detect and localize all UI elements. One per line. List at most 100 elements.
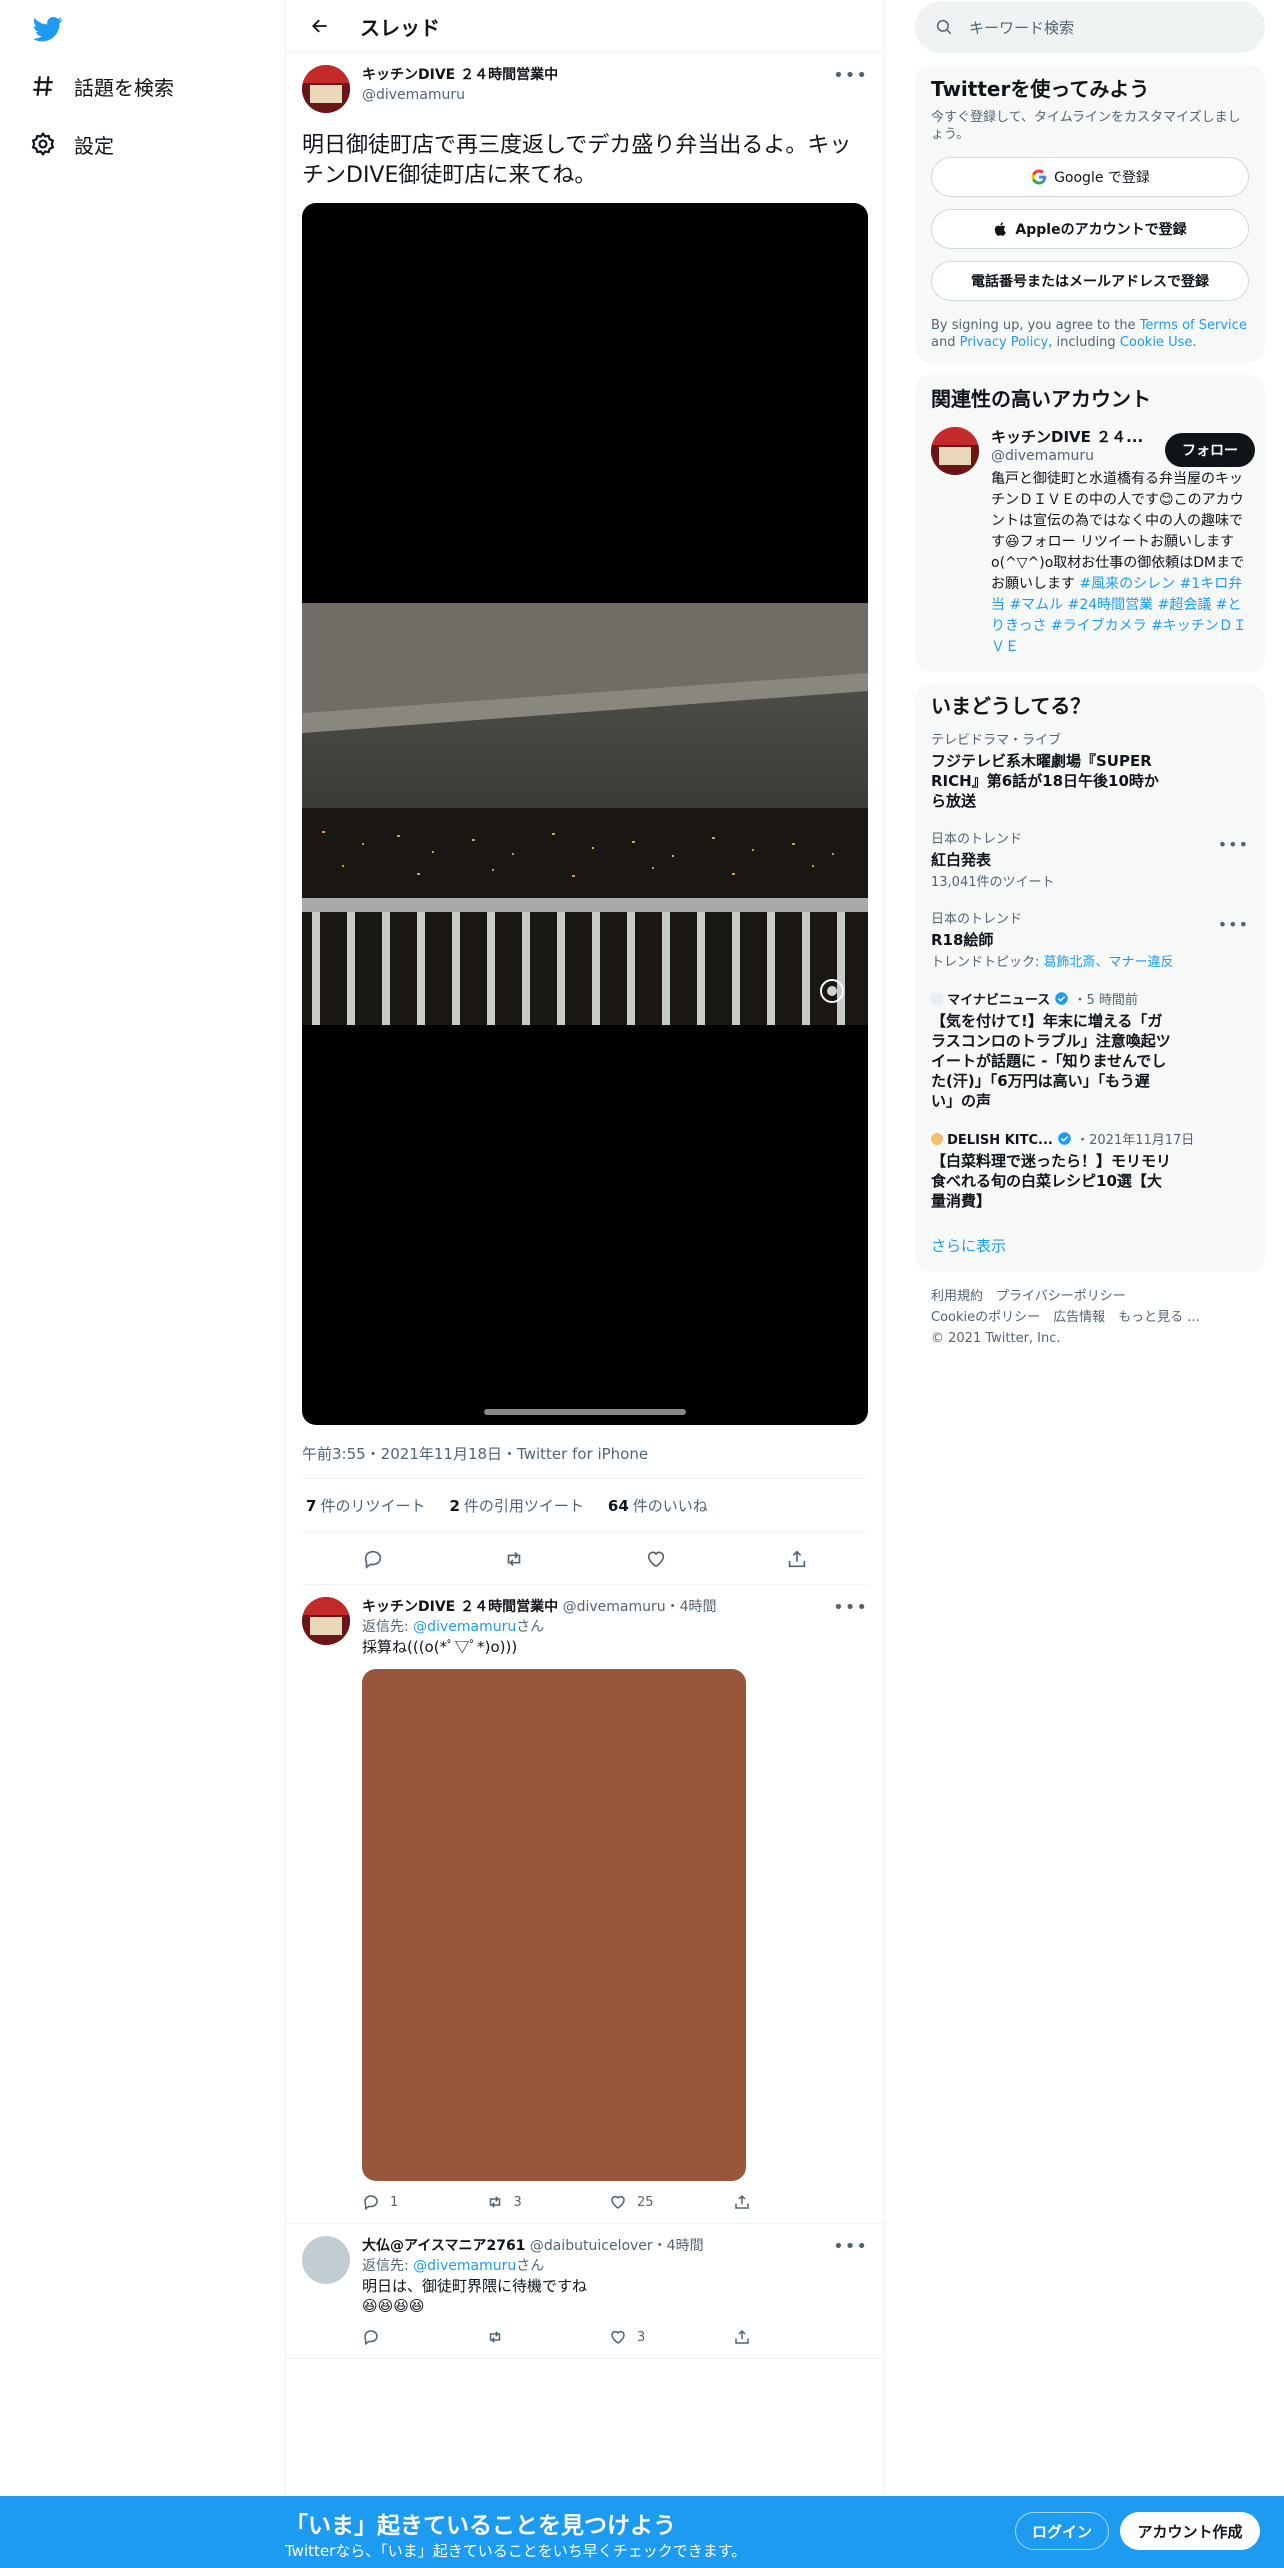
main-tweet: キッチンDIVE ２４時間営業中 @divemamuru ••• 明日御徒町店で… xyxy=(286,53,884,1585)
more-options-icon[interactable]: ••• xyxy=(833,1597,868,1618)
footer-links: 利用規約 プライバシーポリシー Cookieのポリシー 広告情報 もっと見る .… xyxy=(915,1272,1265,1363)
more-options-icon[interactable]: ••• xyxy=(833,2236,868,2257)
reply-actions: 3 xyxy=(362,2328,856,2346)
privacy-link[interactable]: Privacy Policy xyxy=(960,335,1049,350)
apple-signup-button[interactable]: Appleのアカウントで登録 xyxy=(931,209,1249,249)
trends-title: いまどうしてる？ xyxy=(931,694,1091,718)
back-button[interactable] xyxy=(302,8,338,44)
follow-button[interactable]: フォロー xyxy=(1165,433,1255,467)
phone-email-signup-button[interactable]: 電話番号またはメールアドレスで登録 xyxy=(931,261,1249,301)
nav-settings-label: 設定 xyxy=(74,133,114,158)
trend-item[interactable]: 日本のトレンド 紅白発表 13,041件のツイート ••• xyxy=(931,821,1249,901)
news-item[interactable]: マイナビニュース ・5 時間前 【気を付けて!】年末に増える「ガラスコンロのトラ… xyxy=(931,981,1249,1121)
copyright: © 2021 Twitter, Inc. xyxy=(931,1331,1061,1346)
reply-time[interactable]: ・4時間 xyxy=(653,2238,704,2254)
more-options-icon[interactable]: ••• xyxy=(833,65,868,86)
like-button[interactable]: 3 xyxy=(609,2328,733,2346)
thread-header: スレッド xyxy=(286,0,884,53)
retweet-button[interactable] xyxy=(486,2328,610,2346)
reply-actions: 1 3 25 xyxy=(362,2193,856,2211)
likes-stat[interactable]: 64 件のいいね xyxy=(608,1495,708,1516)
google-signup-label: Google で登録 xyxy=(1054,170,1150,186)
replying-to-link[interactable]: @divemamuru xyxy=(413,1619,516,1635)
share-button[interactable] xyxy=(733,2328,857,2346)
nav-settings[interactable]: 設定 xyxy=(30,124,114,164)
tweet-actions xyxy=(302,1533,868,1585)
nav-explore[interactable]: 話題を検索 xyxy=(30,66,174,106)
search-input[interactable]: キーワード検索 xyxy=(969,17,1074,38)
search-bar[interactable]: キーワード検索 xyxy=(915,1,1265,53)
back-arrow-icon xyxy=(312,19,327,33)
retweet-button[interactable]: 3 xyxy=(486,2193,610,2211)
reply-tweet[interactable]: 大仏@アイスマニア2761 @daibutuicelover・4時間 返信先: … xyxy=(286,2224,884,2359)
reply-author-name[interactable]: キッチンDIVE ２４時間営業中 xyxy=(362,1599,558,1615)
avatar[interactable] xyxy=(931,427,979,475)
google-icon xyxy=(1031,169,1047,185)
google-signup-button[interactable]: Google で登録 xyxy=(931,157,1249,197)
retweet-icon[interactable] xyxy=(503,1548,525,1570)
nav-explore-label: 話題を検索 xyxy=(74,75,174,100)
reply-author-handle[interactable]: @divemamuru xyxy=(563,1599,666,1615)
tweet-stats: 7 件のリツイート 2 件の引用ツイート 64 件のいいね xyxy=(302,1479,868,1533)
trend-item[interactable]: 日本のトレンド R18絵師 トレンドトピック: 葛飾北斎、マナー違反 ••• xyxy=(931,901,1249,981)
replying-to-link[interactable]: @divemamuru xyxy=(413,2258,516,2274)
tweet-timestamp[interactable]: 午前3:55・2021年11月18日・Twitter for iPhone xyxy=(302,1443,868,1479)
cookie-link[interactable]: Cookie Use xyxy=(1120,335,1193,350)
avatar[interactable] xyxy=(302,65,350,113)
show-more-link[interactable]: さらに表示 xyxy=(931,1235,1249,1256)
right-sidebar: キーワード検索 Twitterを使ってみよう 今すぐ登録して、タイムラインをカス… xyxy=(915,0,1265,1363)
reply-time[interactable]: ・4時間 xyxy=(666,1599,717,1615)
reply-media[interactable] xyxy=(362,1669,746,2181)
news-item[interactable]: DELISH KITC... ・2021年11月17日 【白菜料理で迷ったら！】… xyxy=(931,1121,1249,1221)
signup-title: Twitterを使ってみよう xyxy=(931,77,1150,101)
reply-text: 明日は、御徒町界隈に待機ですね xyxy=(362,2277,588,2295)
avatar[interactable] xyxy=(302,2236,350,2284)
video-scrubber[interactable] xyxy=(484,1409,686,1415)
twitter-logo-icon[interactable] xyxy=(32,14,64,44)
related-title: 関連性の高いアカウント xyxy=(931,387,1151,411)
more-options-icon[interactable]: ••• xyxy=(1218,835,1249,854)
share-icon[interactable] xyxy=(786,1548,808,1570)
footer-line-2[interactable]: Cookieのポリシー 広告情報 もっと見る ... xyxy=(931,1307,1249,1328)
reply-author-name[interactable]: 大仏@アイスマニア2761 xyxy=(362,2238,525,2254)
signup-panel: Twitterを使ってみよう 今すぐ登録して、タイムラインをカスタマイズしましょ… xyxy=(915,65,1265,363)
terms-link[interactable]: Terms of Service xyxy=(1140,318,1247,333)
video-player[interactable] xyxy=(302,203,868,1425)
gear-icon xyxy=(31,131,55,157)
reply-button[interactable]: 1 xyxy=(362,2193,486,2211)
share-icon xyxy=(734,2329,749,2344)
banner-subtitle: Twitterなら、「いま」起きていることをいち早くチェックできます。 xyxy=(285,2542,747,2560)
more-options-icon[interactable]: ••• xyxy=(1218,915,1249,934)
like-button[interactable]: 25 xyxy=(609,2193,733,2211)
footer-line-1[interactable]: 利用規約 プライバシーポリシー xyxy=(931,1286,1249,1307)
quotes-stat[interactable]: 2 件の引用ツイート xyxy=(449,1495,583,1516)
trend-item[interactable]: テレビドラマ・ライブ フジテレビ系木曜劇場『SUPER RICH』第6話が18日… xyxy=(931,722,1249,821)
share-icon xyxy=(734,2194,749,2209)
retweet-icon xyxy=(489,2331,500,2343)
retweets-stat[interactable]: 7 件のリツイート xyxy=(306,1495,425,1516)
signup-terms: By signing up, you agree to the Terms of… xyxy=(931,318,1247,350)
author-handle[interactable]: @divemamuru xyxy=(362,85,558,105)
trends-panel: いまどうしてる？ テレビドラマ・ライブ フジテレビ系木曜劇場『SUPER RIC… xyxy=(915,684,1265,1272)
verified-badge-icon xyxy=(1055,992,1069,1005)
tweet-text: 明日御徒町店で再三度返しでデカ盛り弁当出るよ。キッチンDIVE御徒町店に来てね。 xyxy=(302,133,852,188)
hashtag-icon xyxy=(33,76,53,96)
trend-topic-links[interactable]: 葛飾北斎、マナー違反 xyxy=(1044,955,1174,970)
reply-author-handle[interactable]: @daibutuicelover xyxy=(530,2238,653,2254)
like-icon[interactable] xyxy=(645,1548,667,1570)
signup-button[interactable]: アカウント作成 xyxy=(1120,2512,1260,2550)
reply-emoji: 😆😆😆😆 xyxy=(362,2297,425,2315)
reply-tweet[interactable]: キッチンDIVE ２４時間営業中 @divemamuru・4時間 返信先: @d… xyxy=(286,1585,884,2224)
related-account[interactable]: キッチンDIVE ２４... @divemamuru 亀戸と御徒町と水道橋有る弁… xyxy=(931,427,1255,658)
replying-to: 返信先: @divemamuruさん xyxy=(362,1619,545,1635)
share-button[interactable] xyxy=(733,2193,857,2211)
signup-banner: 「いま」起きていることを見つけよう Twitterなら、「いま」起きていることを… xyxy=(0,2496,1284,2568)
avatar[interactable] xyxy=(302,1597,350,1645)
related-accounts-panel: 関連性の高いアカウント キッチンDIVE ２４... @divemamuru 亀… xyxy=(915,375,1265,672)
left-navigation: 話題を検索 設定 xyxy=(0,0,285,2568)
reply-icon[interactable] xyxy=(362,1548,384,1570)
author-display-name[interactable]: キッチンDIVE ２４時間営業中 xyxy=(362,65,558,85)
login-button[interactable]: ログイン xyxy=(1015,2512,1109,2550)
banner-title: 「いま」起きていることを見つけよう xyxy=(285,2513,676,2539)
reply-button[interactable] xyxy=(362,2328,486,2346)
